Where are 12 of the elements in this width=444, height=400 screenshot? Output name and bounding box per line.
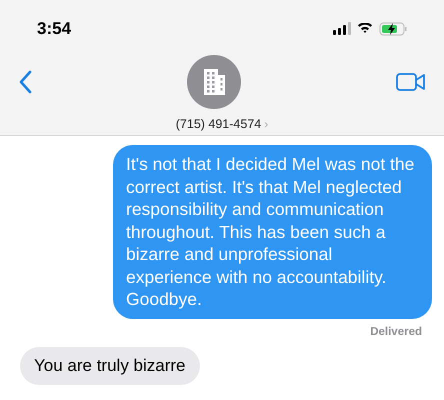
delivery-status: Delivered — [370, 324, 422, 340]
status-time: 3:54 — [37, 18, 72, 40]
contact-avatar[interactable] — [187, 55, 241, 109]
contact-chevron: › — [264, 116, 268, 134]
wifi-icon — [357, 22, 373, 34]
video-call-icon[interactable] — [396, 72, 426, 92]
received-message-bubble: You are truly bizarre — [20, 346, 200, 385]
contact-phone-number[interactable]: (715) 491-4574 — [176, 115, 262, 134]
back-icon[interactable] — [18, 70, 32, 94]
sent-message-bubble: It's not that I decided Mel was not the correct artist. It's that Mel neglected responsibility and communication throughout. This has been such a bizarre and unprofessional experience with no accountability. Goodbye. — [113, 145, 432, 318]
battery-charging-icon — [379, 22, 407, 36]
signal-icon — [333, 22, 351, 35]
